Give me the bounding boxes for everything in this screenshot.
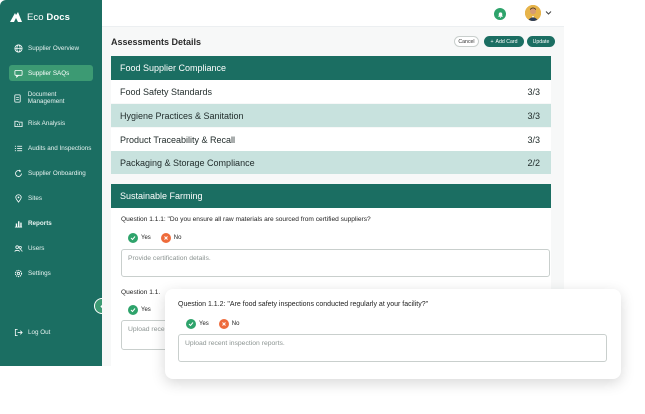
answer-options: Yes No [186, 319, 239, 329]
notifications-button[interactable] [494, 8, 506, 20]
app-window: Eco Docs Supplier Overview Supplier SAQs… [0, 0, 645, 414]
update-button[interactable]: Update [527, 36, 555, 47]
row-label: Food Safety Standards [120, 86, 213, 97]
user-photo [525, 5, 541, 21]
logout-button[interactable]: Log Out [9, 324, 93, 340]
check-icon [128, 305, 138, 315]
sidebar-item-label: Supplier Onboarding [28, 169, 86, 177]
yes-label: Yes [141, 307, 151, 313]
assessment-row[interactable]: Packaging & Storage Compliance 2/2 [111, 151, 551, 174]
assessment-row[interactable]: Product Traceability & Recall 3/3 [111, 128, 551, 151]
sidebar-item-sites[interactable]: Sites [9, 190, 93, 206]
chevron-down-icon[interactable] [545, 10, 552, 16]
checklist-icon [13, 143, 23, 153]
logo-text-light: Eco [27, 11, 44, 23]
close-icon [218, 319, 229, 329]
yes-option[interactable]: Yes [128, 305, 151, 315]
sidebar-item-risk-analysis[interactable]: Risk Analysis [9, 115, 93, 131]
bar-chart-icon [13, 218, 23, 228]
bell-icon [497, 11, 503, 18]
logout-label: Log Out [28, 328, 51, 336]
row-score: 3/3 [527, 86, 540, 97]
row-label: Hygiene Practices & Sanitation [120, 110, 244, 121]
sidebar-item-label: Supplier Overview [28, 44, 80, 52]
sidebar-item-label: Document Management [27, 91, 65, 105]
question-text: Question 1.1. [121, 289, 161, 296]
top-bar [102, 0, 564, 27]
add-card-label: Add Card [495, 38, 518, 45]
logout-icon [13, 327, 23, 337]
answer-options: Yes [128, 305, 151, 315]
globe-icon [13, 43, 23, 53]
check-icon [186, 319, 196, 329]
inspection-reports-input[interactable]: Upload recent inspection reports. [178, 334, 607, 362]
yes-option[interactable]: Yes [186, 319, 209, 329]
close-icon [160, 233, 171, 243]
assessment-row[interactable]: Hygiene Practices & Sanitation 3/3 [111, 104, 551, 127]
yes-label: Yes [199, 321, 209, 327]
sidebar-item-supplier-saqs[interactable]: Supplier SAQs [9, 65, 93, 81]
sidebar-item-supplier-onboarding[interactable]: Supplier Onboarding [9, 165, 93, 181]
sidebar-item-settings[interactable]: Settings [9, 265, 93, 281]
avatar[interactable] [525, 5, 541, 21]
page-title: Assessments Details [111, 37, 202, 47]
sidebar-item-reports[interactable]: Reports [9, 215, 93, 231]
sidebar-item-label: Risk Analysis [28, 119, 66, 127]
logo-text-bold: Docs [46, 11, 71, 23]
sidebar-item-label: Sites [28, 194, 42, 202]
row-score: 3/3 [527, 134, 540, 145]
section-header-food-compliance[interactable]: Food Supplier Compliance [111, 56, 551, 80]
question-text: Question 1.1.1: "Do you ensure all raw m… [121, 216, 371, 223]
chat-icon [13, 68, 23, 78]
users-icon [13, 243, 23, 253]
sidebar-item-label: Reports [28, 219, 52, 227]
sidebar-item-label: Supplier SAQs [28, 69, 70, 77]
no-option[interactable]: No [218, 319, 240, 329]
sidebar-item-label: Settings [28, 269, 51, 277]
floating-question-card: Question 1.1.2: "Are food safety inspect… [165, 289, 621, 379]
question-text: Question 1.1.2: "Are food safety inspect… [178, 301, 429, 308]
gear-icon [13, 268, 23, 278]
row-score: 3/3 [527, 110, 540, 121]
location-icon [13, 193, 23, 203]
answer-options: Yes No [128, 233, 181, 243]
app-logo[interactable]: Eco Docs [9, 10, 70, 24]
row-label: Packaging & Storage Compliance [120, 157, 255, 168]
row-label: Product Traceability & Recall [120, 134, 236, 145]
refresh-icon [13, 168, 23, 178]
row-score: 2/2 [527, 157, 540, 168]
sidebar-nav: Supplier Overview Supplier SAQs Document… [9, 40, 93, 290]
check-icon [128, 233, 138, 243]
folder-chart-icon [13, 118, 23, 128]
assessment-row[interactable]: Food Safety Standards 3/3 [111, 80, 551, 103]
add-card-button[interactable]: + Add Card [484, 36, 524, 47]
sidebar-item-supplier-overview[interactable]: Supplier Overview [9, 40, 93, 56]
plus-icon: + [490, 38, 494, 45]
sidebar-item-label: Users [28, 244, 45, 252]
sidebar-item-users[interactable]: Users [9, 240, 93, 256]
sidebar-item-document-management[interactable]: Document Management [9, 90, 93, 106]
no-option[interactable]: No [160, 233, 182, 243]
yes-label: Yes [141, 235, 151, 241]
leaf-logo-icon [10, 12, 22, 22]
no-label: No [231, 321, 240, 327]
certification-details-input[interactable]: Provide certification details. [121, 249, 550, 277]
section-header-sustainable-farming[interactable]: Sustainable Farming [111, 184, 551, 208]
sidebar: Eco Docs Supplier Overview Supplier SAQs… [0, 0, 102, 366]
sidebar-item-label: Audits and Inspections [28, 144, 92, 152]
document-icon [13, 93, 23, 103]
no-label: No [173, 235, 182, 241]
cancel-button[interactable]: Cancel [454, 36, 479, 47]
yes-option[interactable]: Yes [128, 233, 151, 243]
logout-area: Log Out [9, 324, 93, 349]
sidebar-item-audits[interactable]: Audits and Inspections [9, 140, 93, 156]
